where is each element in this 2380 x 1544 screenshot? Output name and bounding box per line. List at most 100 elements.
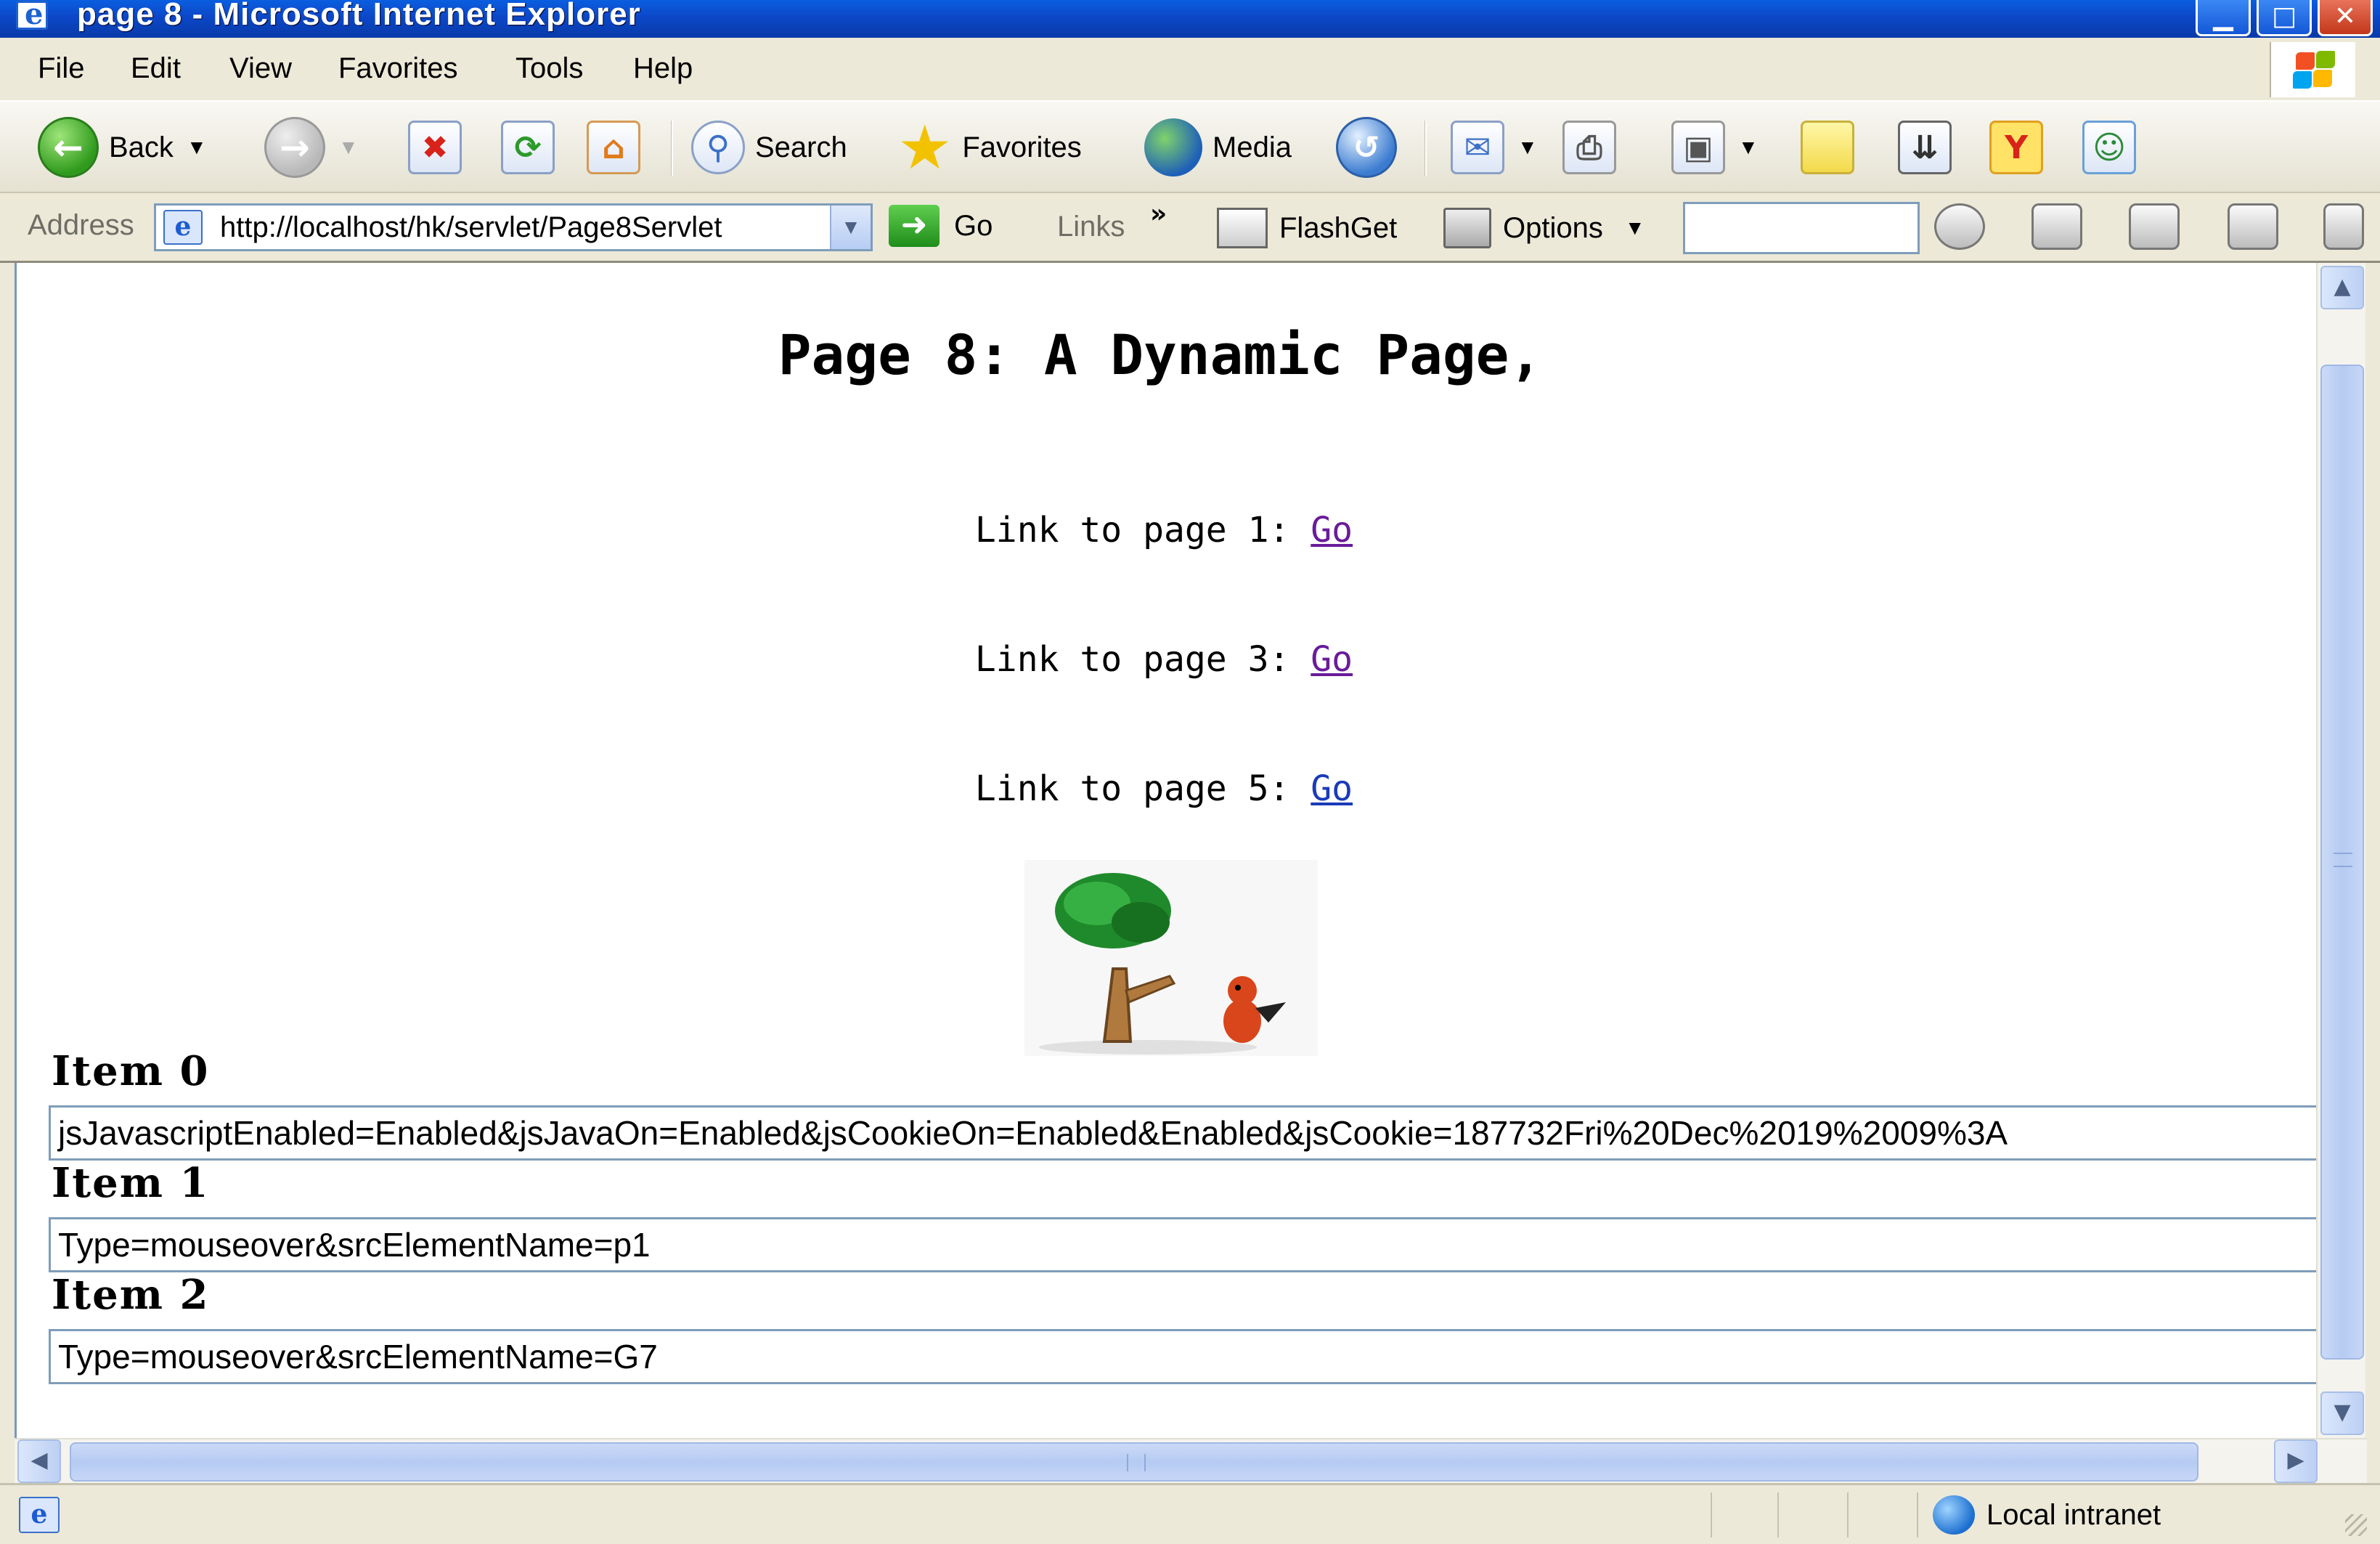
toolbar-separator xyxy=(1425,121,1427,176)
standard-toolbar: ← Back ▼ → ▼ ✖ ⟳ ⌂ ⚲ Search ★ Favorites … xyxy=(0,102,2380,193)
note-button[interactable] xyxy=(1801,115,1854,180)
windows-logo-icon xyxy=(2270,42,2355,97)
address-input[interactable]: e http://localhost/hk/servlet/Page8Servl… xyxy=(154,203,873,251)
link-line-page-1: Link to page 1: Go xyxy=(17,510,2311,550)
go-arrow-icon: ➜ xyxy=(889,205,940,247)
tree-and-fox-illustration xyxy=(1039,873,1286,1055)
go-link-page-1[interactable]: Go xyxy=(1311,510,1353,550)
options-dropdown-icon[interactable]: ▼ xyxy=(1625,216,1645,240)
maximize-button[interactable]: □ xyxy=(2257,0,2312,36)
status-divider xyxy=(1711,1492,1712,1537)
search-button[interactable]: ⚲ Search xyxy=(691,115,847,180)
contacts-button[interactable]: ☺ xyxy=(2082,115,2136,180)
scroll-up-icon[interactable]: ▲ xyxy=(2320,266,2364,309)
page-title: Page 8: A Dynamic Page, xyxy=(778,322,1543,387)
vertical-scrollbar[interactable]: ▲ ▼ xyxy=(2316,263,2365,1438)
printer-link-icon[interactable] xyxy=(2228,203,2278,250)
back-button[interactable]: ← Back ▼ xyxy=(38,115,207,180)
window-controls: ▁ □ ✕ xyxy=(2196,0,2373,36)
media-button[interactable]: Media xyxy=(1144,115,1292,180)
menu-file[interactable]: File xyxy=(38,52,84,85)
back-dropdown-icon[interactable]: ▼ xyxy=(187,136,207,159)
links-button[interactable]: Links xyxy=(1057,211,1125,243)
item-0-label: Item 0 xyxy=(52,1047,210,1095)
go-button[interactable]: ➜ Go xyxy=(889,205,993,247)
forward-dropdown-icon[interactable]: ▼ xyxy=(338,136,359,159)
flashget-icon: ⇊ xyxy=(1898,121,1952,174)
address-dropdown-icon[interactable]: ▼ xyxy=(830,206,871,249)
options-label: Options xyxy=(1503,211,1603,244)
messenger-button[interactable]: Y xyxy=(1989,115,2043,180)
scroll-grip xyxy=(1127,1454,1146,1471)
edit-dropdown-icon[interactable]: ▼ xyxy=(1738,136,1758,159)
animated-tree-image xyxy=(1024,860,1318,1056)
link-label: Link to page 1: xyxy=(974,510,1311,550)
forward-button[interactable]: → ▼ xyxy=(264,115,359,180)
status-page-icon: e xyxy=(19,1497,60,1533)
edit-button[interactable]: ▣ ▼ xyxy=(1671,115,1758,180)
history-icon: ↺ xyxy=(1336,117,1397,178)
overflow-icon[interactable] xyxy=(2323,203,2364,250)
link-line-page-3: Link to page 3: Go xyxy=(17,639,2311,680)
status-bar: e Local intranet xyxy=(0,1483,2380,1544)
security-zone[interactable]: Local intranet xyxy=(1933,1495,2161,1535)
flashget-button[interactable]: FlashGet xyxy=(1217,208,1397,248)
mail-button[interactable]: ✉ ▼ xyxy=(1451,115,1538,180)
item-0-field[interactable]: jsJavascriptEnabled=Enabled&jsJavaOn=Ena… xyxy=(49,1105,2328,1161)
scroll-down-icon[interactable]: ▼ xyxy=(2320,1391,2364,1435)
toolbar-search-input[interactable] xyxy=(1683,202,1920,254)
home-icon: ⌂ xyxy=(587,121,640,174)
back-arrow-icon: ← xyxy=(38,117,99,178)
link-label: Link to page 5: xyxy=(974,768,1311,809)
refresh-icon: ⟳ xyxy=(501,121,555,174)
flashget-toolbar-button[interactable]: ⇊ xyxy=(1898,115,1952,180)
close-button[interactable]: ✕ xyxy=(2318,0,2373,36)
minimize-icon: ▁ xyxy=(2213,1,2233,31)
item-2-field[interactable]: Type=mouseover&srcElementName=G7 xyxy=(49,1329,2328,1384)
go-link-page-3[interactable]: Go xyxy=(1311,639,1353,680)
home-button[interactable]: ⌂ xyxy=(587,115,640,180)
favorites-label: Favorites xyxy=(962,131,1082,163)
menu-bar: File Edit View Favorites Tools Help xyxy=(0,38,2380,102)
flashget-label: FlashGet xyxy=(1279,211,1398,244)
ie-app-icon[interactable] xyxy=(16,0,48,31)
print-button[interactable]: ⎙ xyxy=(1562,115,1616,180)
links-chevron-icon[interactable]: » xyxy=(1150,199,1167,229)
media-label: Media xyxy=(1213,131,1292,163)
favorites-button[interactable]: ★ Favorites xyxy=(897,115,1082,180)
flashget-icon xyxy=(1217,208,1268,248)
history-button[interactable]: ↺ xyxy=(1336,115,1397,180)
magnifier-icon[interactable] xyxy=(1934,203,1985,250)
capture-icon[interactable] xyxy=(2031,203,2082,250)
link-label: Link to page 3: xyxy=(974,639,1311,680)
mail-dropdown-icon[interactable]: ▼ xyxy=(1517,136,1538,159)
close-icon: ✕ xyxy=(2334,1,2357,31)
stop-button[interactable]: ✖ xyxy=(408,115,462,180)
menu-help[interactable]: Help xyxy=(633,52,693,85)
scroll-left-icon[interactable]: ◀ xyxy=(17,1439,61,1483)
resize-grip-icon[interactable] xyxy=(2345,1514,2367,1536)
refresh-button[interactable]: ⟳ xyxy=(501,115,555,180)
go-link-page-5[interactable]: Go xyxy=(1311,768,1353,809)
menu-edit[interactable]: Edit xyxy=(131,52,181,85)
zone-label: Local intranet xyxy=(1986,1498,2161,1531)
minimize-button[interactable]: ▁ xyxy=(2196,0,2251,36)
address-url[interactable]: http://localhost/hk/servlet/Page8Servlet xyxy=(220,211,722,244)
folder-icon[interactable] xyxy=(2129,203,2180,250)
item-1-label: Item 1 xyxy=(52,1159,210,1207)
menu-view[interactable]: View xyxy=(229,52,292,85)
options-button[interactable]: Options ▼ xyxy=(1443,208,1645,248)
toolbar-separator xyxy=(671,121,673,176)
horizontal-scrollbar[interactable]: ◀ ▶ xyxy=(15,1438,2367,1483)
vertical-scroll-thumb[interactable] xyxy=(2320,365,2364,1360)
menu-tools[interactable]: Tools xyxy=(515,52,583,85)
forward-arrow-icon: → xyxy=(264,117,325,178)
item-1-field[interactable]: Type=mouseover&srcElementName=p1 xyxy=(49,1217,2328,1272)
status-divider xyxy=(1847,1492,1849,1537)
mail-icon: ✉ xyxy=(1451,121,1504,174)
menu-favorites[interactable]: Favorites xyxy=(338,52,458,85)
edit-page-icon: ▣ xyxy=(1671,121,1725,174)
scroll-right-icon[interactable]: ▶ xyxy=(2274,1439,2318,1483)
favorites-star-icon: ★ xyxy=(897,113,953,182)
horizontal-scroll-thumb[interactable] xyxy=(70,1442,2198,1482)
